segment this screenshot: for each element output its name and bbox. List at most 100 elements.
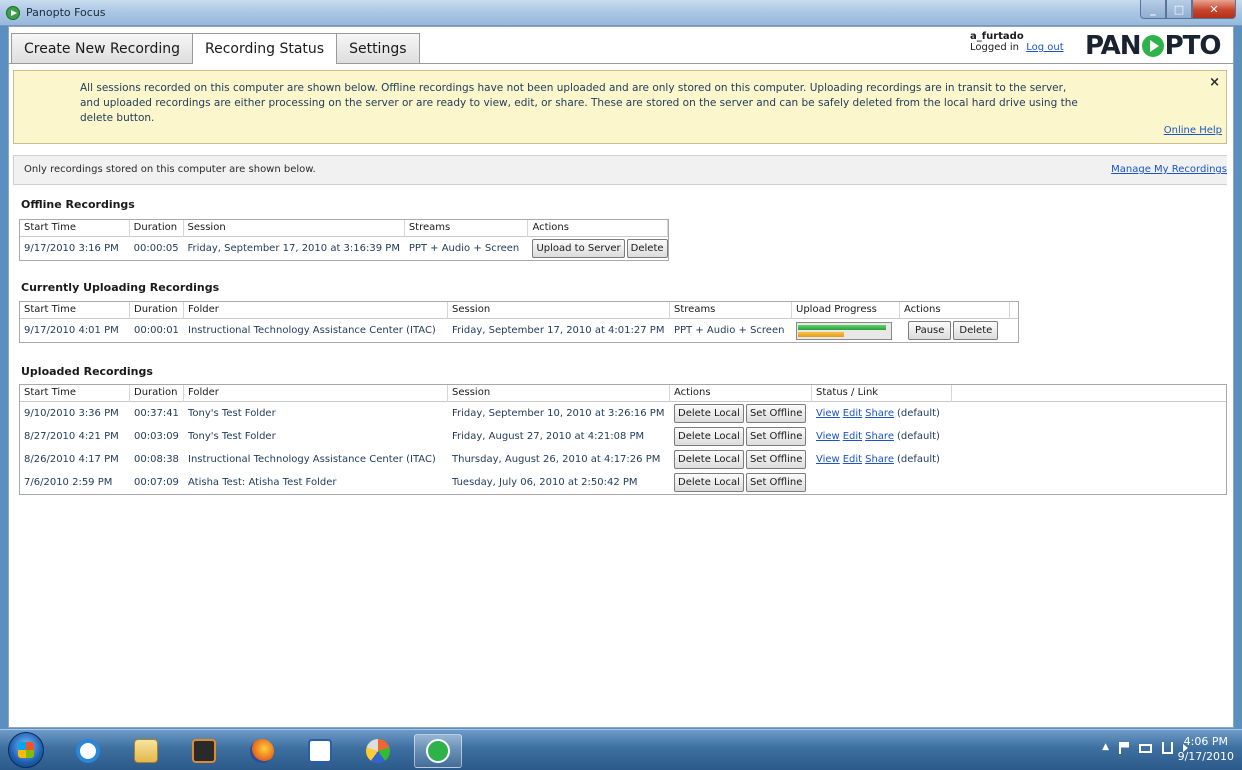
edit-link[interactable]: Edit [843, 408, 862, 419]
column-header: Streams [405, 219, 529, 237]
word-icon[interactable] [296, 734, 344, 768]
user-box: a_furtado Logged in Log out [970, 31, 1064, 53]
panopto-icon[interactable] [414, 734, 462, 768]
start-time: 8/27/2010 4:21 PM [24, 431, 119, 442]
folder-name: Instructional Technology Assistance Cent… [188, 325, 436, 336]
system-tray: ▲ [1102, 742, 1188, 754]
upload-progress-cell [792, 321, 900, 340]
row-actions: Upload to Server Delete [528, 239, 668, 258]
uploading-recordings-title: Currently Uploading Recordings [21, 281, 220, 294]
share-link[interactable]: Share [865, 408, 894, 419]
set-offline-button[interactable]: Set Offline [745, 427, 807, 446]
start-time: 9/17/2010 3:16 PM [24, 243, 119, 254]
set-offline-button[interactable]: Set Offline [745, 404, 807, 423]
view-link[interactable]: View [816, 431, 840, 442]
start-time: 7/6/2010 2:59 PM [24, 477, 113, 488]
clock-time: 4:06 PM [1183, 735, 1228, 748]
minimize-button[interactable]: _ [1140, 0, 1166, 19]
logo-text-left: PAN [1085, 31, 1142, 61]
upload-to-server-button[interactable]: Upload to Server [532, 239, 625, 258]
duration: 00:07:09 [134, 477, 179, 488]
tab-create-new-recording[interactable]: Create New Recording [11, 33, 193, 63]
edit-link[interactable]: Edit [843, 454, 862, 465]
duration: 00:08:38 [134, 454, 179, 465]
status-links: View Edit Share (default) [812, 431, 952, 442]
firefox-icon[interactable] [238, 734, 286, 768]
default-status: (default) [896, 454, 940, 465]
column-header: Start Time [20, 384, 130, 402]
local-notice-bar: Only recordings stored on this computer … [13, 155, 1227, 185]
title-bar: Panopto Focus _ □ ✕ [0, 0, 1242, 26]
table-row: 8/27/2010 4:21 PM 00:03:09 Tony's Test Fol… [20, 425, 1226, 448]
view-link[interactable]: View [816, 454, 840, 465]
table-header-row: Start Time Duration Session Streams Acti… [20, 219, 668, 237]
action-center-flag-icon[interactable] [1119, 742, 1129, 754]
tab-recording-status[interactable]: Recording Status [191, 33, 338, 64]
delete-local-button[interactable]: Delete Local [674, 450, 744, 469]
folder-name: Instructional Technology Assistance Cent… [188, 454, 436, 465]
maximize-button[interactable]: □ [1166, 0, 1192, 19]
tab-settings[interactable]: Settings [336, 33, 420, 63]
app-client-area: Create New Recording Recording Status Se… [8, 26, 1234, 728]
uploading-recordings-table: Start Time Duration Folder Session Strea… [19, 301, 1019, 343]
column-header: Actions [670, 384, 812, 402]
delete-local-button[interactable]: Delete Local [674, 404, 744, 423]
close-window-button[interactable]: ✕ [1192, 0, 1236, 19]
set-offline-button[interactable]: Set Offline [745, 450, 807, 469]
pause-button[interactable]: Pause [908, 321, 952, 340]
column-header: Folder [184, 301, 448, 319]
offline-recordings-table: Start Time Duration Session Streams Acti… [19, 219, 669, 261]
media-player-icon[interactable] [180, 734, 228, 768]
duration: 00:00:05 [133, 243, 179, 254]
local-notice-text: Only recordings stored on this computer … [24, 164, 316, 175]
main-tabs: Create New Recording Recording Status Se… [11, 33, 420, 64]
paint-icon[interactable] [354, 734, 402, 768]
streams: PPT + Audio + Screen [408, 243, 520, 254]
status-links: View Edit Share (default) [812, 454, 952, 465]
delete-local-button[interactable]: Delete Local [674, 427, 744, 446]
edit-link[interactable]: Edit [843, 431, 862, 442]
default-status: (default) [896, 408, 940, 419]
manage-my-recordings-link[interactable]: Manage My Recordings [1111, 164, 1227, 175]
row-actions: Pause Delete [900, 321, 1010, 340]
delete-button[interactable]: Delete [953, 321, 999, 340]
table-row: 9/10/2010 3:36 PM 00:37:41 Tony's Test Fol… [20, 402, 1226, 425]
share-link[interactable]: Share [865, 431, 894, 442]
folder-name: Tony's Test Folder [188, 431, 276, 442]
online-help-link[interactable]: Online Help [1164, 125, 1222, 136]
set-offline-button[interactable]: Set Offline [745, 473, 807, 492]
explorer-folder-icon[interactable] [122, 734, 170, 768]
taskbar-clock[interactable]: 4:06 PM 9/17/2010 [1178, 734, 1234, 764]
share-link[interactable]: Share [865, 454, 894, 465]
logo-play-icon [1141, 35, 1164, 57]
column-header: Actions [528, 219, 668, 237]
username: a_furtado [970, 31, 1024, 42]
delete-button[interactable]: Delete [626, 239, 668, 258]
battery-icon[interactable] [1139, 744, 1152, 753]
session-name: Thursday, August 26, 2010 at 4:17:26 PM [452, 454, 661, 465]
status-links: View Edit Share (default) [812, 408, 952, 419]
folder-name: Tony's Test Folder [188, 408, 276, 419]
window-controls: _ □ ✕ [1140, 0, 1236, 19]
upload-progress-secondary-fill [798, 331, 844, 337]
column-header: Duration [130, 384, 184, 402]
logo-text-right: PTO [1164, 31, 1222, 61]
delete-local-button[interactable]: Delete Local [674, 473, 744, 492]
clock-date: 9/17/2010 [1177, 750, 1234, 763]
row-actions: Delete Local Set Offline [670, 473, 812, 492]
logout-link[interactable]: Log out [1026, 42, 1063, 53]
column-header: Session [184, 219, 405, 237]
column-header: Start Time [20, 301, 130, 319]
login-status: Logged in [970, 42, 1020, 53]
start-button[interactable] [8, 732, 44, 768]
offline-recordings-title: Offline Recordings [21, 198, 135, 211]
table-row: 8/26/2010 4:17 PM 00:08:38 Instructional T… [20, 448, 1226, 471]
panopto-logo: PAN PTO [1085, 31, 1222, 61]
column-header: Upload Progress [792, 301, 900, 319]
view-link[interactable]: View [816, 408, 840, 419]
column-header: Session [448, 384, 670, 402]
show-hidden-icons-icon[interactable]: ▲ [1102, 742, 1109, 754]
close-banner-icon[interactable]: × [1209, 75, 1220, 90]
ie-icon[interactable] [64, 734, 112, 768]
network-icon[interactable] [1162, 742, 1173, 754]
